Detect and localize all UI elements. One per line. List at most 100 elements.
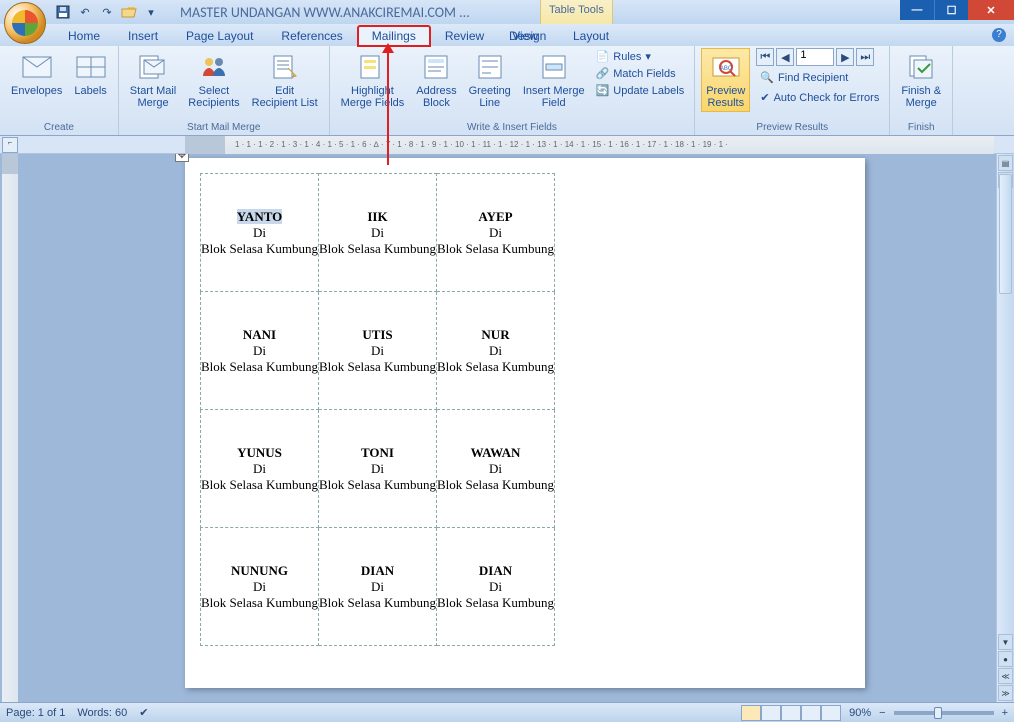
outline-view[interactable] bbox=[801, 705, 821, 721]
scroll-thumb[interactable] bbox=[999, 174, 1012, 294]
tab-references[interactable]: References bbox=[267, 26, 356, 46]
update-labels-button[interactable]: 🔄Update Labels bbox=[592, 82, 689, 99]
find-recipient-button[interactable]: 🔍Find Recipient bbox=[756, 69, 883, 86]
view-buttons bbox=[741, 705, 841, 721]
page[interactable]: ✥ YANTODiBlok Selasa Kumbung IIKDiBlok S… bbox=[185, 158, 865, 688]
table-move-handle[interactable]: ✥ bbox=[175, 154, 189, 162]
label-cell[interactable]: YUNUSDiBlok Selasa Kumbung bbox=[201, 410, 319, 528]
next-record-button[interactable]: ▶ bbox=[836, 48, 854, 66]
match-fields-button[interactable]: 🔗Match Fields bbox=[592, 65, 689, 82]
tab-design[interactable]: Design bbox=[495, 26, 560, 46]
redo-icon[interactable]: ↷ bbox=[98, 3, 116, 21]
draft-view[interactable] bbox=[821, 705, 841, 721]
web-layout-view[interactable] bbox=[781, 705, 801, 721]
preview-icon: ABC bbox=[710, 51, 742, 83]
address-block-button[interactable]: Address Block bbox=[411, 48, 461, 112]
scroll-down-button[interactable]: ▼ bbox=[998, 634, 1013, 650]
insert-merge-field-button[interactable]: Insert Merge Field bbox=[518, 48, 590, 112]
word-count[interactable]: Words: 60 bbox=[77, 707, 127, 719]
label-cell[interactable]: DIANDiBlok Selasa Kumbung bbox=[437, 528, 555, 646]
tab-insert[interactable]: Insert bbox=[114, 26, 172, 46]
edit-recipient-list-button[interactable]: Edit Recipient List bbox=[247, 48, 323, 112]
minimize-button[interactable]: — bbox=[900, 0, 934, 20]
address-block-icon bbox=[420, 51, 452, 83]
tab-layout[interactable]: Layout bbox=[559, 26, 623, 46]
preview-results-button[interactable]: ABCPreview Results bbox=[701, 48, 750, 112]
highlight-merge-fields-button[interactable]: Highlight Merge Fields bbox=[336, 48, 410, 112]
recipients-icon bbox=[198, 51, 230, 83]
merge-field-icon bbox=[538, 51, 570, 83]
proofing-icon[interactable]: ✔ bbox=[139, 706, 148, 719]
status-bar: Page: 1 of 1 Words: 60 ✔ 90% − + bbox=[0, 702, 1014, 722]
tab-selector[interactable]: ⌐ bbox=[2, 137, 18, 153]
print-layout-view[interactable] bbox=[741, 705, 761, 721]
save-icon[interactable] bbox=[54, 3, 72, 21]
label-cell[interactable]: NANIDiBlok Selasa Kumbung bbox=[201, 292, 319, 410]
office-button[interactable] bbox=[4, 2, 46, 44]
tab-home[interactable]: Home bbox=[54, 26, 114, 46]
label-cell[interactable]: IIKDiBlok Selasa Kumbung bbox=[319, 174, 437, 292]
greeting-icon bbox=[474, 51, 506, 83]
document-area: ✥ YANTODiBlok Selasa Kumbung IIKDiBlok S… bbox=[0, 154, 1014, 702]
window-controls: — ☐ ✕ bbox=[900, 0, 1014, 20]
tab-page-layout[interactable]: Page Layout bbox=[172, 26, 267, 46]
rules-button[interactable]: 📄Rules ▾ bbox=[592, 48, 689, 65]
contextual-tab-label: Table Tools bbox=[540, 0, 613, 24]
help-icon[interactable]: ? bbox=[992, 28, 1006, 42]
group-start-mail-merge: Start Mail Merge Select Recipients Edit … bbox=[119, 46, 330, 135]
label-cell[interactable]: TONIDiBlok Selasa Kumbung bbox=[319, 410, 437, 528]
auto-check-errors-button[interactable]: ✔Auto Check for Errors bbox=[756, 89, 883, 106]
record-navigation: ⏮ ◀ 1 ▶ ⏭ bbox=[756, 48, 883, 66]
browse-object-button[interactable]: ● bbox=[998, 651, 1013, 667]
full-screen-view[interactable] bbox=[761, 705, 781, 721]
mail-merge-icon bbox=[137, 51, 169, 83]
page-indicator[interactable]: Page: 1 of 1 bbox=[6, 707, 65, 719]
title-bar: ↶ ↷ ▾ MASTER UNDANGAN WWW.ANAKCIREMAI.CO… bbox=[0, 0, 1014, 24]
horizontal-ruler: ⌐ 1 · 1 · 1 · 2 · 1 · 3 · 1 · 4 · 1 · 5 … bbox=[0, 136, 1014, 154]
vertical-scrollbar[interactable]: ▤ ▲ ▼ ● ≪ ≫ bbox=[996, 154, 1014, 702]
group-finish: Finish & Merge Finish bbox=[890, 46, 953, 135]
zoom-out-button[interactable]: − bbox=[879, 707, 885, 719]
group-write-insert-fields: Highlight Merge Fields Address Block Gre… bbox=[330, 46, 696, 135]
label-cell[interactable]: AYEPDiBlok Selasa Kumbung bbox=[437, 174, 555, 292]
maximize-button[interactable]: ☐ bbox=[934, 0, 968, 20]
zoom-level[interactable]: 90% bbox=[849, 707, 871, 719]
label-cell[interactable]: YANTODiBlok Selasa Kumbung bbox=[201, 174, 319, 292]
undo-icon[interactable]: ↶ bbox=[76, 3, 94, 21]
open-icon[interactable] bbox=[120, 3, 138, 21]
labels-button[interactable]: Labels bbox=[69, 48, 111, 100]
label-cell[interactable]: NURDiBlok Selasa Kumbung bbox=[437, 292, 555, 410]
first-record-button[interactable]: ⏮ bbox=[756, 48, 774, 66]
label-cell[interactable]: UTISDiBlok Selasa Kumbung bbox=[319, 292, 437, 410]
labels-icon bbox=[75, 51, 107, 83]
envelopes-button[interactable]: Envelopes bbox=[6, 48, 67, 100]
finish-merge-button[interactable]: Finish & Merge bbox=[896, 48, 946, 112]
prev-page-button[interactable]: ≪ bbox=[998, 668, 1013, 684]
zoom-in-button[interactable]: + bbox=[1002, 707, 1008, 719]
ruler-toggle[interactable]: ▤ bbox=[998, 155, 1013, 171]
quick-access-toolbar: ↶ ↷ ▾ bbox=[54, 3, 160, 21]
finish-icon bbox=[905, 51, 937, 83]
last-record-button[interactable]: ⏭ bbox=[856, 48, 874, 66]
qat-dropdown-icon[interactable]: ▾ bbox=[142, 3, 160, 21]
close-button[interactable]: ✕ bbox=[968, 0, 1014, 20]
label-table: YANTODiBlok Selasa Kumbung IIKDiBlok Sel… bbox=[200, 173, 555, 646]
find-icon: 🔍 bbox=[760, 71, 774, 84]
record-number-input[interactable]: 1 bbox=[796, 48, 834, 66]
edit-list-icon bbox=[269, 51, 301, 83]
group-preview-results: ABCPreview Results ⏮ ◀ 1 ▶ ⏭ 🔍Find Recip… bbox=[695, 46, 890, 135]
label-cell[interactable]: DIANDiBlok Selasa Kumbung bbox=[319, 528, 437, 646]
update-icon: 🔄 bbox=[596, 84, 610, 97]
window-title: MASTER UNDANGAN WWW.ANAKCIREMAI.COM ... bbox=[180, 4, 470, 21]
check-icon: ✔ bbox=[760, 91, 769, 104]
label-cell[interactable]: WAWANDiBlok Selasa Kumbung bbox=[437, 410, 555, 528]
tab-review[interactable]: Review bbox=[431, 26, 498, 46]
select-recipients-button[interactable]: Select Recipients bbox=[183, 48, 244, 112]
next-page-button[interactable]: ≫ bbox=[998, 685, 1013, 701]
prev-record-button[interactable]: ◀ bbox=[776, 48, 794, 66]
label-cell[interactable]: NUNUNGDiBlok Selasa Kumbung bbox=[201, 528, 319, 646]
start-mail-merge-button[interactable]: Start Mail Merge bbox=[125, 48, 181, 112]
zoom-slider[interactable] bbox=[894, 711, 994, 715]
greeting-line-button[interactable]: Greeting Line bbox=[464, 48, 516, 112]
envelope-icon bbox=[21, 51, 53, 83]
